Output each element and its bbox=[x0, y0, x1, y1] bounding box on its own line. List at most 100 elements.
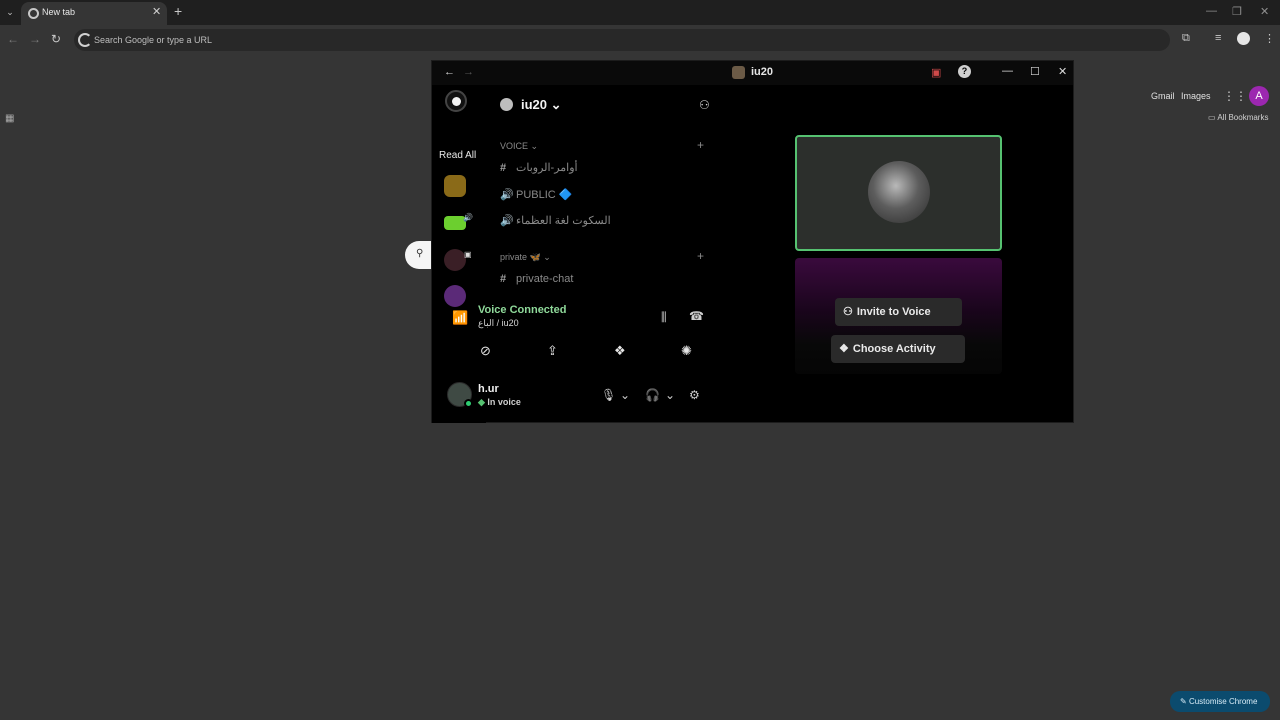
user-voice-status: ◆ In voice bbox=[478, 397, 521, 408]
forward-icon[interactable]: → bbox=[463, 66, 474, 78]
omnibox-input[interactable] bbox=[94, 32, 694, 48]
server-avatar-icon bbox=[732, 66, 745, 79]
invite-member-icon[interactable]: ⚇ bbox=[699, 98, 710, 112]
online-status-icon bbox=[464, 399, 473, 408]
gear-icon[interactable]: ⚙ bbox=[689, 388, 700, 402]
channel-name: أوامر-الروبات bbox=[516, 162, 578, 174]
google-g-icon bbox=[78, 33, 92, 47]
discord-window: ← → iu20 ▣ ? — ☐ ✕ Read All 🔊 ▣ iu20 ⌄ ⚇… bbox=[431, 60, 1074, 423]
activities-icon[interactable]: ❖ bbox=[614, 343, 626, 359]
camera-off-icon[interactable]: ⊘ bbox=[480, 343, 491, 359]
headphones-icon[interactable]: 🎧 bbox=[645, 388, 660, 402]
maximize-icon[interactable]: ☐ bbox=[1030, 65, 1040, 78]
forward-icon[interactable]: → bbox=[29, 32, 41, 46]
folder-icon: ▭ bbox=[1208, 113, 1218, 122]
profile-avatar-small[interactable] bbox=[1237, 32, 1250, 45]
channel-item[interactable]: # private-chat bbox=[500, 273, 573, 285]
voice-status[interactable]: Voice Connected bbox=[478, 304, 566, 316]
activities-icon: ❖ bbox=[839, 343, 849, 355]
server-name-dropdown[interactable]: iu20 ⌄ bbox=[521, 97, 562, 113]
customise-chrome-button[interactable]: ✎ Customise Chrome bbox=[1170, 691, 1270, 712]
disconnect-icon[interactable]: ☎ bbox=[689, 309, 704, 323]
category-label: private 🦋 bbox=[500, 252, 541, 262]
activity-label: Choose Activity bbox=[852, 343, 936, 355]
speaker-badge-icon: 🔊 bbox=[463, 213, 473, 222]
channel-name: PUBLIC 🔷 bbox=[516, 189, 573, 201]
omnibox[interactable] bbox=[74, 29, 1170, 51]
server-name-label: iu20 bbox=[521, 97, 548, 112]
channel-name: private-chat bbox=[516, 273, 574, 285]
choose-activity-button[interactable]: ❖ Choose Activity bbox=[831, 335, 965, 363]
reload-icon[interactable]: ↻ bbox=[51, 32, 61, 46]
all-bookmarks[interactable]: ▭ All Bookmarks bbox=[1208, 113, 1268, 122]
tab-search-icon[interactable]: ⌄ bbox=[4, 6, 16, 18]
all-bookmarks-label: All Bookmarks bbox=[1217, 113, 1269, 122]
voice-channel-icon: 🔊 bbox=[500, 189, 514, 201]
category-voice[interactable]: VOICE ⌄ bbox=[500, 141, 538, 152]
browser-tab-strip: ⌄ New tab ✕ + — ❐ ✕ bbox=[0, 0, 1280, 25]
new-tab-icon[interactable]: + bbox=[174, 3, 182, 19]
account-avatar[interactable]: A bbox=[1249, 86, 1269, 106]
search-icon: ⚲ bbox=[416, 248, 424, 259]
server-list: Read All 🔊 ▣ bbox=[432, 85, 486, 423]
extensions-icon[interactable]: ⧉ bbox=[1182, 32, 1190, 45]
chevron-down-icon: ⌄ bbox=[550, 97, 562, 112]
window-title: iu20 bbox=[751, 66, 774, 78]
minimize-icon[interactable]: — bbox=[1206, 5, 1217, 17]
home-dm-button[interactable] bbox=[445, 90, 467, 112]
username[interactable]: h.ur bbox=[478, 383, 499, 395]
menu-icon[interactable]: ⋮ bbox=[1264, 32, 1275, 45]
server-icon bbox=[500, 98, 513, 111]
server-icon-1[interactable] bbox=[444, 175, 466, 197]
gmail-link[interactable]: Gmail bbox=[1151, 91, 1175, 101]
minimize-icon[interactable]: — bbox=[1002, 65, 1013, 77]
add-channel-icon[interactable]: + bbox=[697, 138, 704, 152]
voice-participant-tile[interactable] bbox=[795, 135, 1002, 251]
channel-panel: iu20 ⌄ ⚇ VOICE ⌄ + # أوامر-الروبات 🔊 PUBLI… bbox=[488, 85, 716, 295]
inbox-icon[interactable]: ▣ bbox=[931, 66, 941, 79]
voice-detail: الباع / iu20 bbox=[478, 318, 519, 328]
text-channel-icon: # bbox=[500, 273, 507, 285]
server-icon-3[interactable] bbox=[444, 249, 466, 271]
images-link[interactable]: Images bbox=[1181, 91, 1211, 101]
microphone-icon[interactable]: 🎙 bbox=[601, 388, 616, 402]
tab-title: New tab bbox=[42, 7, 76, 17]
read-all-button[interactable]: Read All bbox=[439, 150, 476, 161]
screen-share-icon[interactable]: ⇪ bbox=[547, 343, 558, 359]
channel-item[interactable]: # أوامر-الروبات bbox=[500, 161, 578, 174]
add-channel-icon[interactable]: + bbox=[697, 249, 704, 263]
connection-signal-icon[interactable]: 📶 bbox=[452, 310, 468, 326]
invite-to-voice-button[interactable]: ⚇ Invite to Voice bbox=[835, 298, 962, 326]
category-private[interactable]: private 🦋 ⌄ bbox=[500, 252, 551, 263]
close-window-icon[interactable]: ✕ bbox=[1260, 5, 1269, 18]
channel-item[interactable]: 🔊 PUBLIC 🔷 bbox=[500, 188, 573, 201]
add-user-icon: ⚇ bbox=[843, 306, 853, 318]
tab-close-icon[interactable]: ✕ bbox=[152, 5, 161, 18]
dm-icon bbox=[452, 97, 461, 106]
screen-badge-icon: ▣ bbox=[464, 250, 472, 259]
help-icon[interactable]: ? bbox=[958, 65, 971, 78]
channel-name: السكوت لغة العظماء bbox=[516, 215, 611, 227]
browser-toolbar: ← → ↻ bbox=[0, 25, 1280, 55]
chrome-favicon-icon bbox=[28, 8, 39, 19]
tab-new-tab[interactable]: New tab ✕ bbox=[21, 2, 167, 25]
participant-avatar bbox=[868, 161, 930, 223]
restore-icon[interactable]: ❐ bbox=[1232, 5, 1242, 18]
back-icon[interactable]: ← bbox=[7, 32, 19, 46]
soundboard-icon[interactable]: ✺ bbox=[681, 343, 692, 359]
voice-status-bar: 📶 Voice Connected الباع / iu20 ⫼ ☎ bbox=[442, 297, 720, 337]
apps-grid-icon[interactable]: ▦ bbox=[5, 113, 14, 124]
voice-actions: ⊘ ⇪ ❖ ✺ bbox=[442, 339, 720, 365]
voice-activity-icon: ◆ bbox=[478, 397, 488, 407]
channel-item[interactable]: 🔊 السكوت لغة العظماء bbox=[500, 214, 611, 227]
media-controls-icon[interactable]: ≡ bbox=[1215, 32, 1221, 44]
pencil-icon: ✎ bbox=[1180, 697, 1189, 706]
noise-suppression-icon[interactable]: ⫼ bbox=[661, 310, 667, 325]
chevron-down-icon[interactable]: ⌄ bbox=[620, 388, 630, 402]
close-icon[interactable]: ✕ bbox=[1058, 65, 1067, 78]
invite-label: Invite to Voice bbox=[856, 306, 931, 318]
activity-tile: ⚇ Invite to Voice ❖ Choose Activity bbox=[795, 258, 1002, 374]
back-icon[interactable]: ← bbox=[444, 66, 455, 78]
chevron-down-icon[interactable]: ⌄ bbox=[665, 388, 675, 402]
user-status-label: In voice bbox=[487, 397, 521, 407]
